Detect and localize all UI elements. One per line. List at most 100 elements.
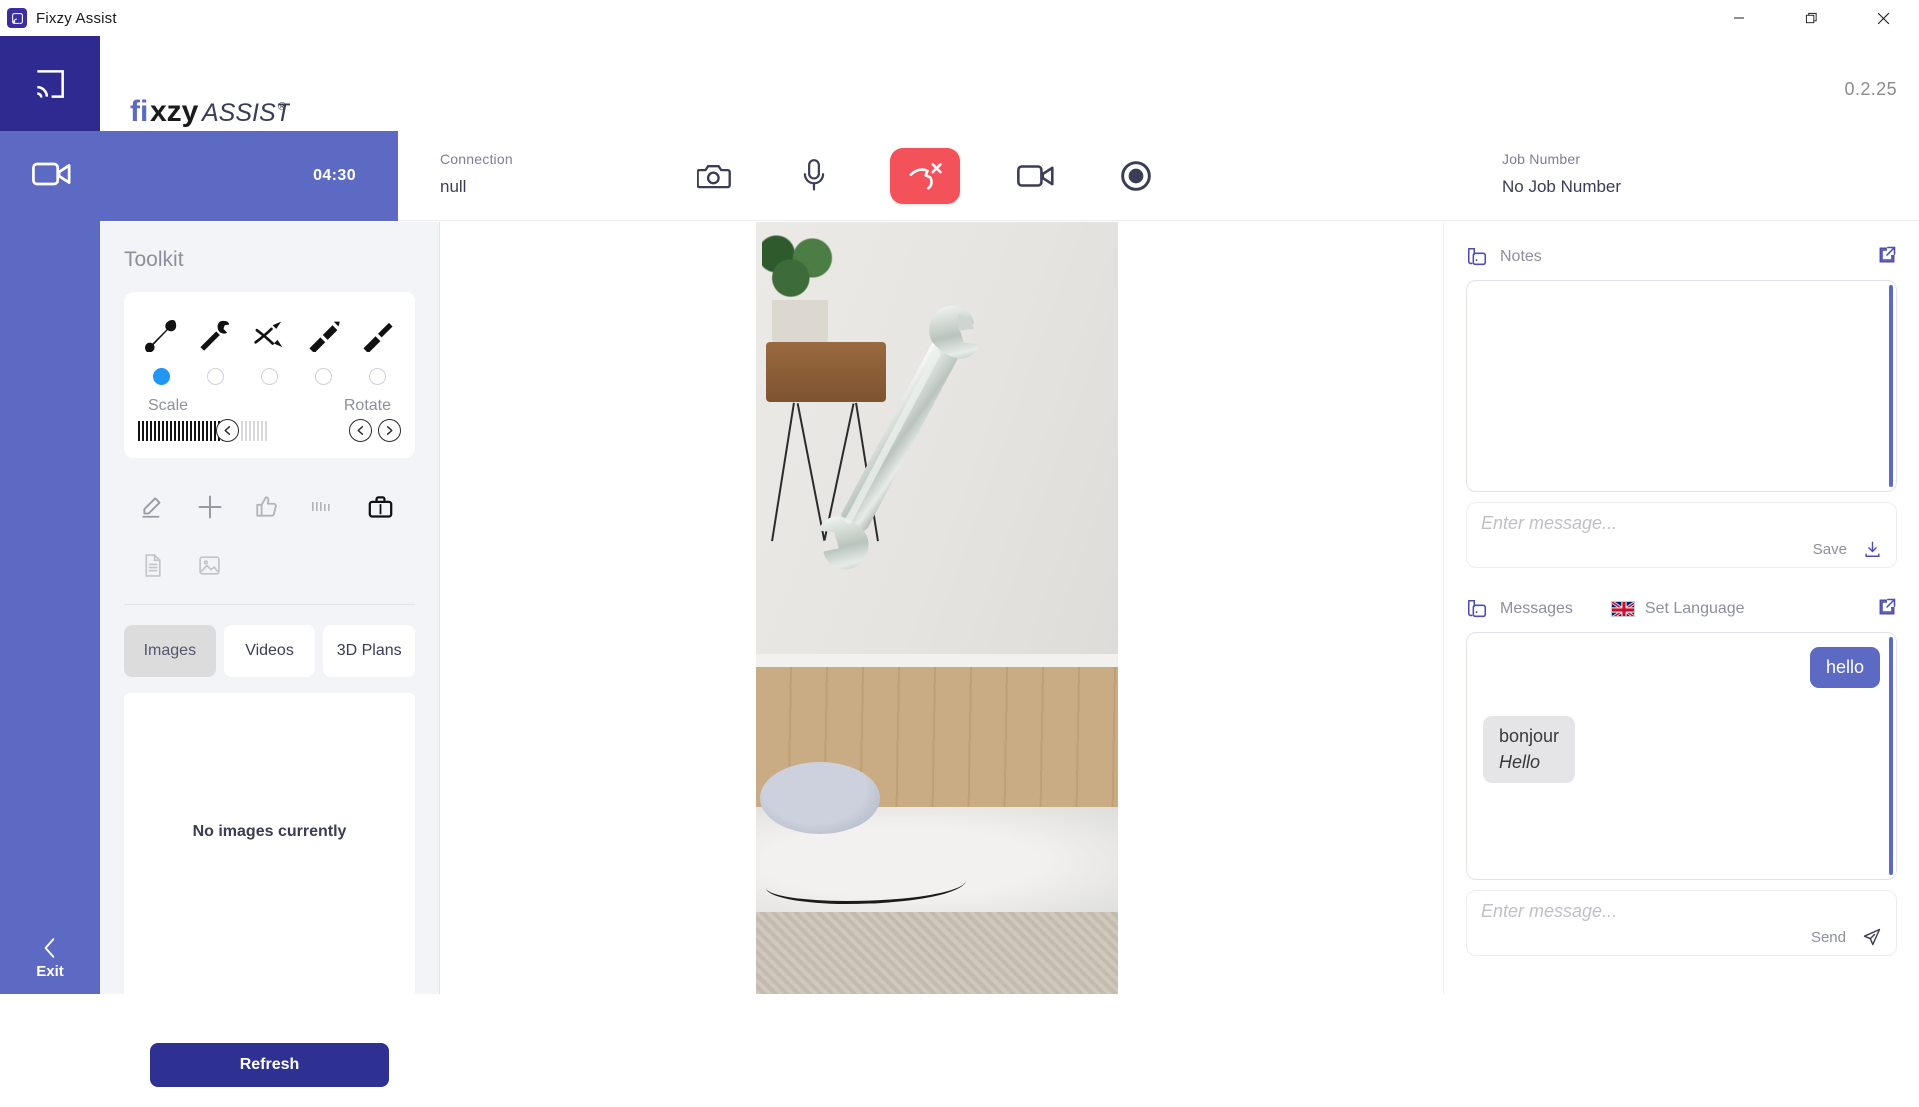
screwdriver-flat-icon[interactable] — [305, 318, 343, 352]
panel-spacer — [1466, 568, 1897, 594]
toolkit-divider — [124, 604, 415, 605]
notes-save-label[interactable]: Save — [1813, 541, 1847, 558]
toolkit-title: Toolkit — [124, 248, 184, 271]
connection-value: null — [440, 177, 467, 196]
download-icon[interactable] — [1863, 540, 1882, 559]
message-bubble-outgoing: hello — [1809, 647, 1880, 688]
toolkit-panel: Toolkit Scale Rotate Images Videos 3D Pl… — [100, 222, 440, 1107]
ar-wrench-overlay[interactable] — [778, 284, 1028, 584]
notes-input[interactable]: Enter message... — [1481, 513, 1882, 534]
video-toggle-icon[interactable] — [1012, 152, 1060, 200]
refresh-button[interactable]: Refresh — [150, 1043, 389, 1087]
video-mat — [756, 912, 1118, 994]
brand-header: fi xzy ASSIST ® 0.2.25 — [0, 36, 1919, 131]
pliers-icon[interactable] — [250, 318, 288, 352]
transform-labels: Scale Rotate — [134, 397, 405, 415]
app-version: 0.2.25 — [1844, 79, 1897, 99]
exit-label: Exit — [36, 963, 64, 980]
notes-scrollbar[interactable] — [1889, 285, 1893, 487]
connection-label: Connection — [440, 151, 513, 167]
maximize-button[interactable] — [1775, 0, 1847, 36]
briefcase-icon[interactable] — [352, 484, 409, 530]
messages-scrollbar[interactable] — [1889, 637, 1893, 875]
rotate-controls — [349, 419, 401, 442]
notes-display-area — [1466, 280, 1897, 492]
close-button[interactable] — [1847, 0, 1919, 36]
call-controls — [690, 131, 1160, 221]
call-timer: 04:30 — [313, 167, 356, 184]
notes-input-wrapper: Enter message... Save — [1466, 502, 1897, 568]
transform-controls — [134, 419, 405, 442]
thumbs-up-icon[interactable] — [238, 484, 295, 530]
video-camera-icon — [32, 159, 72, 194]
chevron-left-icon — [44, 938, 55, 958]
tool-radio-row — [134, 368, 405, 385]
tab-3d-plans[interactable]: 3D Plans — [323, 625, 416, 677]
uk-flag-icon — [1610, 601, 1635, 617]
microphone-icon[interactable] — [790, 152, 838, 200]
tab-videos[interactable]: Videos — [223, 625, 316, 677]
tool-icon-row — [134, 306, 405, 352]
notes-header: Notes — [1466, 242, 1897, 272]
annotation-tools-row-1 — [124, 484, 415, 530]
rotate-left-button[interactable] — [349, 419, 372, 442]
tool-radio-4[interactable] — [369, 368, 387, 385]
call-status-panel: 04:30 — [0, 131, 398, 221]
media-tabs: Images Videos 3D Plans — [124, 625, 416, 677]
messages-title: Messages — [1500, 600, 1573, 617]
scale-ticks-remaining — [241, 420, 269, 442]
brand-mark-square — [0, 36, 100, 131]
tool-radio-0[interactable] — [152, 368, 170, 385]
connection-info: Connection null — [440, 151, 513, 197]
pen-underline-icon[interactable] — [124, 484, 181, 530]
tool-radio-2[interactable] — [260, 368, 278, 385]
scale-decrease-button[interactable] — [216, 419, 239, 442]
notes-save-group: Save — [1813, 540, 1882, 559]
record-icon[interactable] — [1112, 152, 1160, 200]
video-cushion — [760, 762, 880, 834]
message-send-label[interactable]: Send — [1811, 929, 1846, 946]
tool-radio-1[interactable] — [206, 368, 224, 385]
svg-text:ASSIST: ASSIST — [200, 99, 290, 127]
window-titlebar: Fixzy Assist — [0, 0, 1919, 36]
cast-screen-icon — [37, 69, 64, 98]
set-language-button[interactable]: Set Language — [1610, 600, 1745, 618]
image-icon[interactable] — [181, 542, 238, 588]
rotate-right-button[interactable] — [378, 419, 401, 442]
scale-slider[interactable] — [138, 419, 269, 442]
images-panel: No images currently Refresh — [124, 693, 415, 1107]
messages-header: Messages Set Language — [1466, 594, 1897, 624]
video-stage — [440, 222, 1443, 994]
wrench-adjustable-icon[interactable] — [196, 318, 234, 352]
plus-icon[interactable] — [181, 484, 238, 530]
right-panel: Notes Enter message... Save Messages Set… — [1443, 222, 1919, 994]
job-number-label: Job Number — [1502, 151, 1581, 167]
measure-icon[interactable] — [295, 484, 352, 530]
rotate-label: Rotate — [343, 397, 391, 414]
video-feed[interactable] — [756, 222, 1118, 994]
wrench-open-icon[interactable] — [142, 318, 180, 352]
minimize-button[interactable] — [1703, 0, 1775, 36]
screwdriver-phillips-icon[interactable] — [359, 318, 397, 352]
document-icon[interactable] — [124, 542, 181, 588]
tool-radio-3[interactable] — [315, 368, 333, 385]
notes-popout-button[interactable] — [1877, 245, 1897, 270]
camera-icon[interactable] — [690, 152, 738, 200]
message-input[interactable]: Enter message... — [1481, 901, 1882, 922]
svg-text:xzy: xzy — [150, 96, 199, 128]
notes-icon — [1467, 247, 1487, 266]
exit-button[interactable]: Exit — [36, 937, 64, 980]
messages-icon — [1467, 599, 1487, 618]
send-icon[interactable] — [1862, 927, 1882, 947]
svg-text:®: ® — [278, 101, 286, 113]
notes-title: Notes — [1500, 248, 1542, 265]
app-icon — [7, 8, 27, 28]
tab-images[interactable]: Images — [124, 625, 216, 677]
scale-ticks — [138, 420, 226, 442]
message-input-wrapper: Enter message... Send — [1466, 890, 1897, 956]
messages-popout-button[interactable] — [1877, 597, 1897, 622]
hangup-button[interactable] — [890, 148, 960, 204]
window-controls — [1703, 0, 1919, 36]
call-action-bar: 04:30 Connection null Job Number No Job … — [0, 131, 1919, 221]
scale-label: Scale — [148, 397, 189, 414]
